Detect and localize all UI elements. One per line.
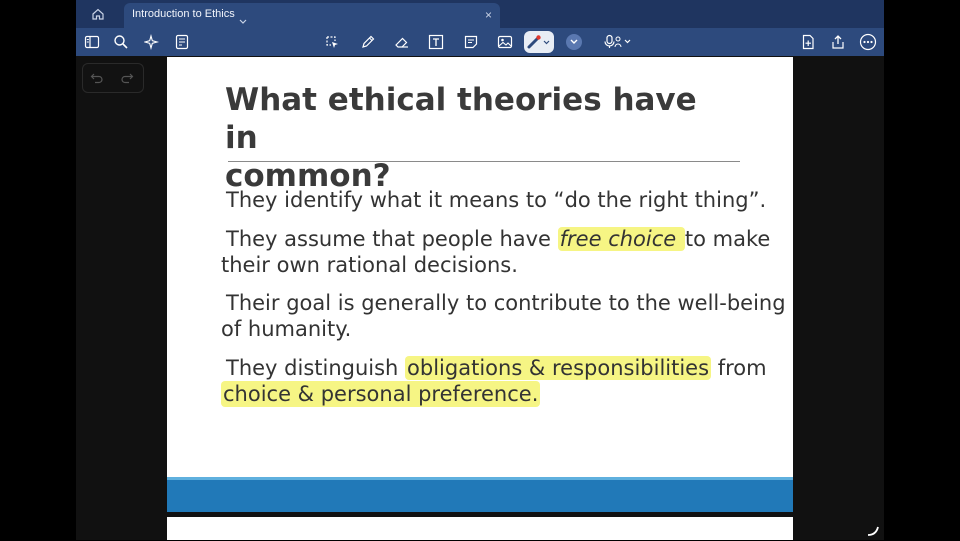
pen-icon[interactable] (358, 32, 378, 52)
undo-icon[interactable] (89, 70, 105, 86)
bullet-line: They distinguish obligations & responsib… (226, 355, 767, 381)
bullet-line: their own rational decisions. (221, 253, 518, 277)
title-underline (228, 161, 740, 162)
bullet-text: They assume that people have (226, 227, 558, 251)
laser-pointer-icon[interactable] (524, 31, 554, 53)
highlighted-text: choice & personal preference. (221, 381, 541, 407)
undo-redo-group (82, 63, 144, 93)
app-window: Introduction to Ethics × What ethical th… (76, 0, 884, 540)
eraser-icon[interactable] (392, 32, 412, 52)
slide-page[interactable]: What ethical theories have in common? Th… (167, 57, 793, 512)
resize-handle-icon[interactable] (866, 522, 880, 536)
next-slide-page[interactable] (167, 517, 793, 540)
sticky-note-icon[interactable] (461, 32, 481, 52)
chevron-down-icon[interactable] (239, 10, 247, 29)
more-icon[interactable] (858, 32, 878, 52)
tab-bar: Introduction to Ethics × (76, 0, 884, 28)
bullet-line: of humanity. (221, 317, 352, 341)
bullet-text: They distinguish (226, 356, 406, 380)
sidebar-icon[interactable] (82, 32, 102, 52)
search-icon[interactable] (111, 32, 131, 52)
close-tab-icon[interactable]: × (485, 8, 492, 22)
lasso-icon[interactable] (322, 32, 342, 52)
document-tab[interactable]: Introduction to Ethics × (124, 3, 500, 28)
slide-title-line-1: What ethical theories have in (225, 82, 697, 156)
sparkle-icon[interactable] (142, 32, 162, 52)
highlighted-text: free choice (557, 227, 685, 251)
bullet-text: to make (684, 227, 771, 251)
home-icon[interactable] (90, 6, 106, 22)
redo-icon[interactable] (119, 70, 135, 86)
bullet-line: They assume that people have free choice… (226, 226, 770, 252)
microphone-icon[interactable] (602, 32, 636, 52)
textbox-icon[interactable] (426, 32, 446, 52)
tab-title: Introduction to Ethics (132, 8, 235, 20)
image-icon[interactable] (495, 32, 515, 52)
slide-footer-bar (167, 477, 793, 512)
add-page-icon[interactable] (798, 32, 818, 52)
bullet-line: They identify what it means to “do the r… (226, 188, 767, 212)
chevron-down-icon[interactable] (566, 34, 582, 50)
toolbar (76, 28, 884, 56)
bullet-text: from (711, 356, 767, 380)
notes-icon[interactable] (172, 32, 192, 52)
share-icon[interactable] (828, 32, 848, 52)
highlighted-text: obligations & responsibilities (405, 356, 712, 380)
bullet-line: Their goal is generally to contribute to… (226, 291, 786, 315)
slide-title: What ethical theories have in common? (225, 81, 725, 195)
